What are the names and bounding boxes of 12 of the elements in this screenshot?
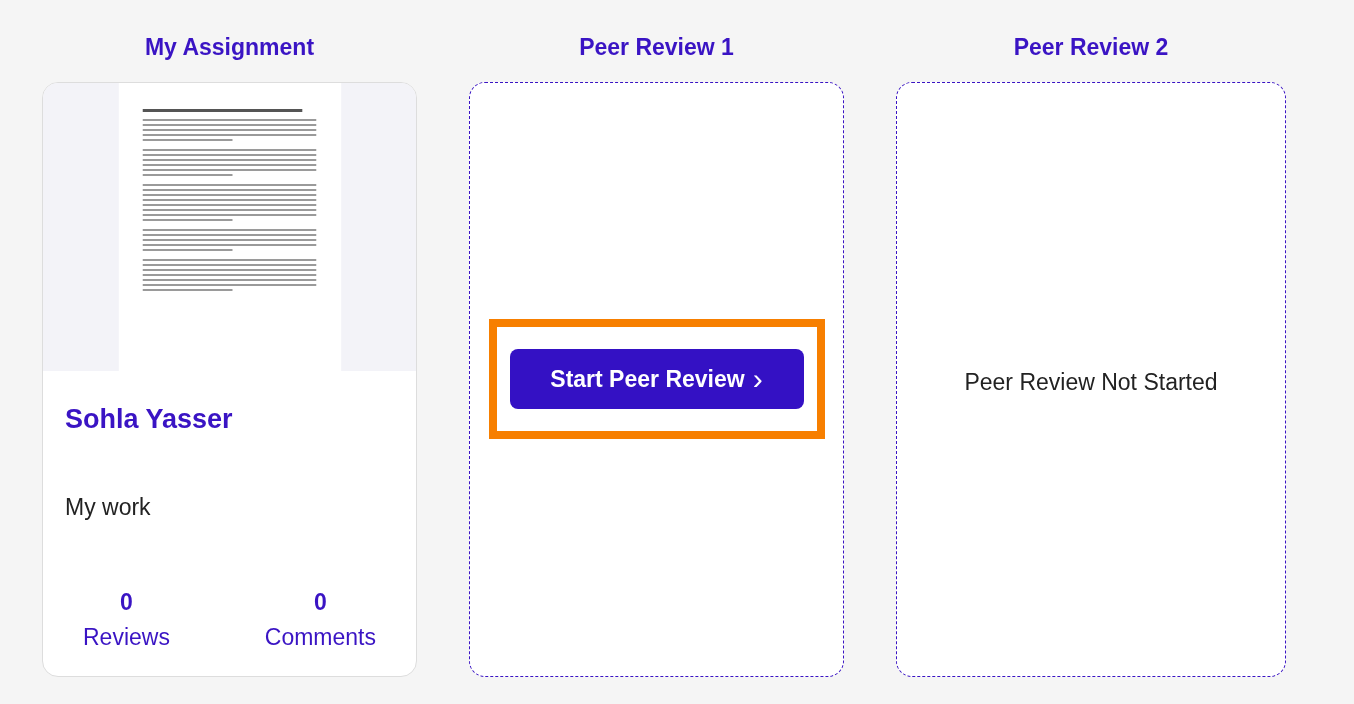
column-heading: Peer Review 1 [579,33,734,62]
stat-label: Reviews [83,622,170,652]
author-name: Sohla Yasser [64,403,234,436]
start-review-button[interactable]: Start Peer Review › [509,349,804,409]
column-heading: Peer Review 2 [1013,33,1169,62]
status-text: Peer Review Not Started [964,368,1218,397]
description: My work [64,492,152,522]
stat-value: 0 [314,588,327,617]
stat-value: 0 [120,588,133,617]
assignment-card[interactable]: Sohla Yasser My work 0 Reviews 0 Comments [42,82,417,677]
column-heading: My Assignment [144,33,315,62]
stat-label: Comments [264,622,376,652]
